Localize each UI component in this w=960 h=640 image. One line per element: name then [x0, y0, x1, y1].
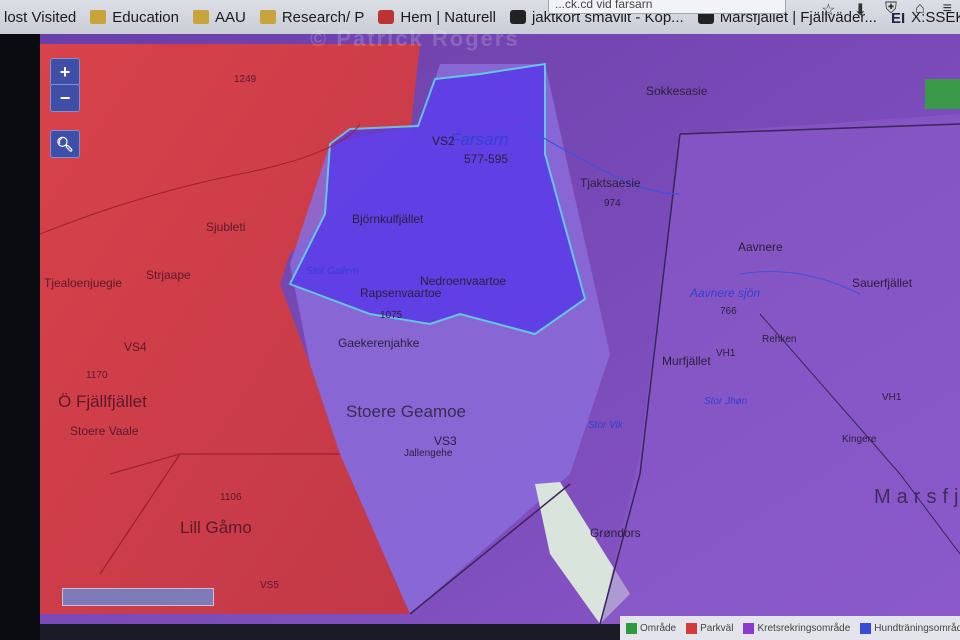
folder-icon [259, 10, 276, 24]
bottom-strip [40, 624, 620, 640]
place-label: Ö Fjällfjället [58, 392, 147, 411]
url-bar-fragment[interactable]: ...ck.cd vid farsarn [548, 0, 786, 14]
bookmark-aau[interactable]: AAU [192, 8, 246, 26]
home-icon[interactable]: ⌂ [915, 0, 925, 20]
bookmark-label: Hem | Naturell [400, 8, 496, 26]
height-label: 1249 [234, 74, 257, 85]
toolbar-icons: ☆ ⬇ ⛨ ⌂ ≡ [821, 0, 952, 20]
star-icon[interactable]: ☆ [821, 0, 835, 20]
water-label: Stor Gallem [306, 266, 359, 277]
height-label: 1106 [220, 492, 242, 503]
area-code-label: VH1 [716, 348, 736, 359]
height-label: 1170 [86, 370, 108, 381]
legend-swatch [743, 622, 755, 634]
map-canvas[interactable]: Farsarn VS2 577-595 Björnkulfjället Nedr… [40, 34, 960, 624]
place-label: Stoere Vaale [70, 424, 139, 438]
place-label: Tjealoenjuegie [44, 276, 123, 290]
height-label: 766 [720, 306, 737, 317]
bookmark-label: Education [112, 8, 179, 26]
place-label: Björnkulfjället [352, 212, 424, 226]
legend-label: Hundträningsområde [874, 622, 960, 634]
watermark: © Patrick Rogers [310, 26, 520, 51]
legend-item[interactable]: Parkväl [686, 622, 734, 634]
place-label: Sjubleti [206, 220, 246, 234]
water-label: Stor Jhøn [704, 396, 748, 407]
legend-item[interactable]: Område [626, 622, 677, 634]
folder-icon [192, 10, 209, 24]
water-label: Stor Vik [588, 420, 623, 431]
bookmark-label: lost Visited [4, 8, 77, 26]
shield-icon[interactable]: ⛨ [885, 0, 897, 20]
place-label: Aavnere [738, 240, 783, 254]
place-label: Marsfj [874, 486, 960, 508]
place-label: Lill Gåmo [180, 518, 252, 537]
place-label: Strjaape [146, 268, 191, 282]
search-button[interactable]: 🔍︎ [50, 130, 80, 158]
bookmark-education[interactable]: Education [90, 9, 179, 26]
site-icon [509, 10, 526, 24]
legend-swatch [626, 622, 637, 634]
height-label: 1075 [380, 310, 403, 321]
legend-label: Område [640, 622, 677, 634]
legend-swatch [860, 622, 872, 634]
legend-item[interactable]: Hundträningsområde [860, 622, 960, 634]
area-code-label: VS5 [260, 580, 279, 591]
menu-icon[interactable]: ≡ [943, 0, 952, 20]
legend-label: Parkväl [700, 622, 734, 634]
place-label: Tjaktsaesie [580, 176, 641, 190]
lake-label: Aavnere sjön [690, 286, 761, 300]
bookmark-most-visited[interactable]: lost Visited [4, 9, 76, 26]
legend-label: Kretsrekringsområde [757, 622, 851, 634]
area-code-label: VH1 [882, 392, 902, 403]
area-code-label: VS3 [434, 434, 457, 448]
place-label: Murfjället [662, 354, 711, 368]
scale-bar [62, 588, 214, 606]
lake-label: Farsarn [450, 130, 509, 149]
folder-icon [90, 10, 107, 24]
zoom-in-button[interactable]: + [50, 58, 80, 86]
monitor-bezel [0, 0, 40, 640]
place-label: Rapsenvaartoe [360, 286, 442, 300]
place-label: Sokkesasie [646, 84, 708, 98]
search-icon: 🔍︎ [56, 136, 74, 152]
bookmark-hem-naturell[interactable]: Hem | Naturell [378, 9, 496, 26]
area-code-label: VS2 [432, 134, 455, 148]
legend-item[interactable]: Kretsrekringsområde [743, 622, 851, 634]
place-label: Kingere [842, 434, 877, 445]
green-area [925, 79, 960, 109]
download-icon[interactable]: ⬇ [854, 0, 867, 20]
bookmark-label: AAU [214, 8, 246, 26]
area-code-label: VS4 [124, 340, 147, 354]
map-legend: Område Parkväl Kretsrekringsområde Hundt… [620, 616, 960, 640]
place-label: Gaekerenjahke [338, 336, 420, 350]
place-label: Jallengehe [404, 448, 453, 459]
place-label: Sauerfjället [852, 276, 913, 290]
height-label: 974 [604, 198, 621, 209]
place-label: Grøndors [590, 526, 641, 540]
legend-swatch [686, 622, 698, 634]
bookmark-research[interactable]: Research/ P [259, 8, 365, 26]
bookmark-label: Research/ P [281, 8, 365, 26]
zoom-out-button[interactable]: − [50, 84, 80, 112]
map-layer [40, 34, 960, 624]
height-label: 577-595 [464, 152, 509, 166]
place-label: Stoere Geamoe [346, 402, 467, 421]
place-label: Rehken [762, 334, 797, 345]
site-icon [378, 10, 395, 24]
